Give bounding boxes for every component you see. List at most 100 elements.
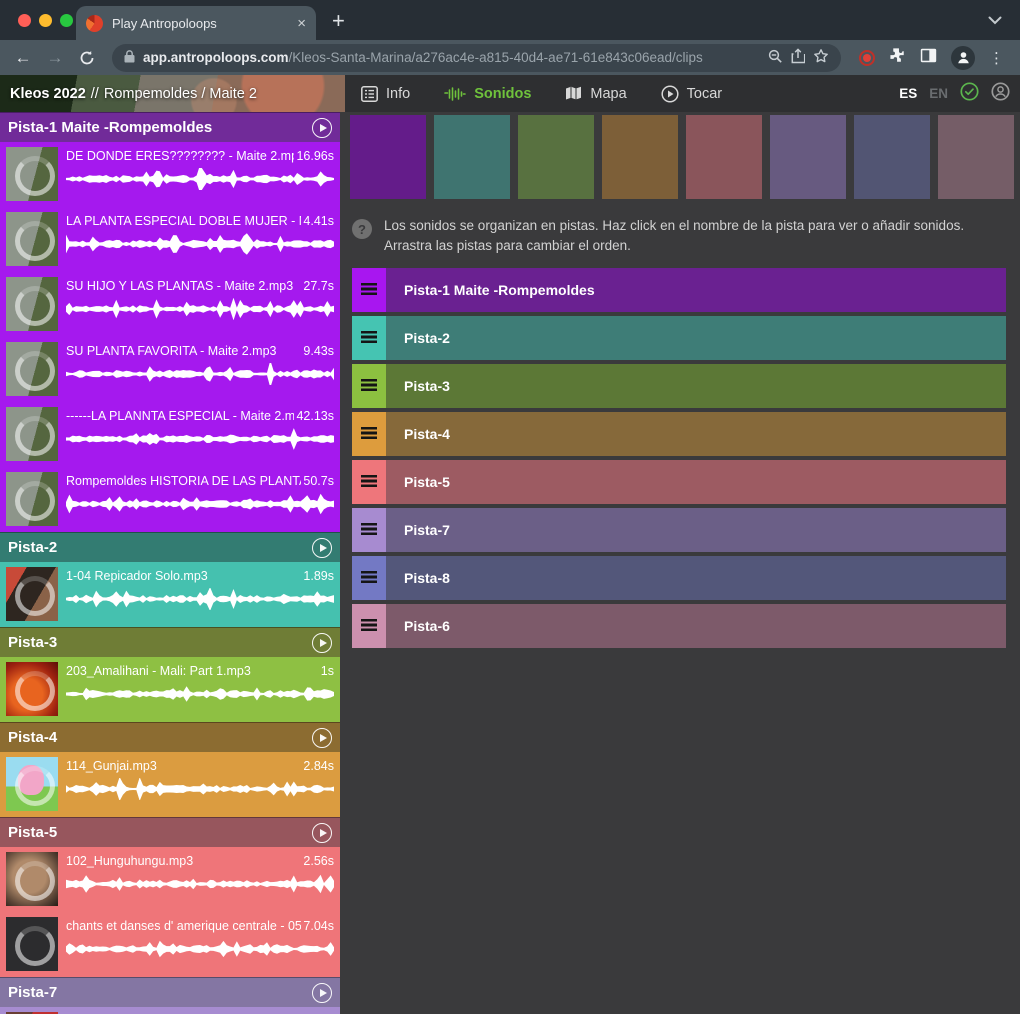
lock-icon[interactable] xyxy=(124,50,135,66)
window-controls[interactable] xyxy=(18,14,73,27)
clip-thumbnail[interactable] xyxy=(6,212,58,266)
audio-clip[interactable]: ------LA PLANNTA ESPECIAL - Maite 2.mp3 … xyxy=(0,402,340,467)
track-drag-handle[interactable] xyxy=(352,316,386,360)
clip-thumbnail[interactable] xyxy=(6,407,58,461)
track-drag-handle[interactable] xyxy=(352,412,386,456)
clip-waveform[interactable] xyxy=(66,778,334,800)
clip-waveform[interactable] xyxy=(66,588,334,610)
track-drag-handle[interactable] xyxy=(352,604,386,648)
forward-button[interactable]: → xyxy=(42,45,68,71)
clip-thumbnail[interactable] xyxy=(6,662,58,716)
sync-check-icon[interactable] xyxy=(960,82,979,106)
lang-es[interactable]: ES xyxy=(899,86,917,101)
nav-mapa[interactable]: Mapa xyxy=(565,86,626,102)
audio-clip[interactable]: Las castañuelas 3.13s xyxy=(0,1007,340,1014)
reload-button[interactable] xyxy=(74,45,100,71)
audio-clip[interactable]: SU HIJO Y LAS PLANTAS - Maite 2.mp3 27.7… xyxy=(0,272,340,337)
record-extension-icon[interactable] xyxy=(859,50,875,66)
track-play-icon[interactable] xyxy=(312,728,332,748)
clip-thumbnail[interactable] xyxy=(6,472,58,526)
clip-waveform[interactable] xyxy=(66,298,334,320)
track-row[interactable]: Pista-2 xyxy=(352,316,1006,360)
bookmark-star-icon[interactable] xyxy=(813,48,829,67)
zoom-window-button[interactable] xyxy=(60,14,73,27)
track-row[interactable]: Pista-4 xyxy=(352,412,1006,456)
minimize-window-button[interactable] xyxy=(39,14,52,27)
back-button[interactable]: ← xyxy=(10,45,36,71)
audio-clip[interactable]: DE DONDE ERES???????? - Maite 2.mp3 16.9… xyxy=(0,142,340,207)
audio-clip[interactable]: 102_Hunguhungu.mp3 2.56s xyxy=(0,847,340,912)
clip-thumbnail[interactable] xyxy=(6,342,58,396)
clip-waveform[interactable] xyxy=(66,363,334,385)
audio-clip[interactable]: chants et danses d' amerique centrale - … xyxy=(0,912,340,977)
clip-duration: 2.56s xyxy=(303,854,334,868)
clip-thumbnail[interactable] xyxy=(6,917,58,971)
track-drag-handle[interactable] xyxy=(352,556,386,600)
sidebar-track-header[interactable]: Pista-2 xyxy=(0,532,340,562)
track-row[interactable]: Pista-7 xyxy=(352,508,1006,552)
clip-thumbnail[interactable] xyxy=(6,147,58,201)
tab-search-chevron-icon[interactable] xyxy=(988,12,1002,28)
sidebar-track-header[interactable]: Pista-3 xyxy=(0,627,340,657)
browser-menu-kebab-icon[interactable]: ⋮ xyxy=(989,49,1004,67)
clip-thumbnail[interactable] xyxy=(6,277,58,331)
nav-info[interactable]: Info xyxy=(361,86,410,102)
address-bar[interactable]: app.antropoloops.com/Kleos-Santa-Marina/… xyxy=(112,44,841,72)
account-icon[interactable] xyxy=(991,82,1010,106)
nav-tocar[interactable]: Tocar xyxy=(661,85,722,103)
new-tab-button[interactable]: + xyxy=(332,8,345,34)
sidebar-track-name: Pista-5 xyxy=(8,824,57,841)
track-row[interactable]: Pista-6 xyxy=(352,604,1006,648)
clip-name: chants et danses d' amerique centrale - … xyxy=(66,919,301,933)
side-panel-icon[interactable] xyxy=(920,48,937,68)
url-text[interactable]: app.antropoloops.com/Kleos-Santa-Marina/… xyxy=(143,50,760,65)
audio-clip[interactable]: 1-04 Repicador Solo.mp3 1.89s xyxy=(0,562,340,627)
track-drag-handle[interactable] xyxy=(352,268,386,312)
audio-clip[interactable]: Rompemoldes HISTORIA DE LAS PLANTAS... 5… xyxy=(0,467,340,532)
profile-avatar-icon[interactable] xyxy=(951,46,975,70)
track-row[interactable]: Pista-8 xyxy=(352,556,1006,600)
track-row[interactable]: Pista-1 Maite -Rompemoldes xyxy=(352,268,1006,312)
track-drag-handle[interactable] xyxy=(352,364,386,408)
clip-duration: 4.41s xyxy=(303,214,334,228)
tab-close-icon[interactable]: × xyxy=(297,15,306,32)
share-icon[interactable] xyxy=(791,48,805,67)
clip-thumbnail[interactable] xyxy=(6,567,58,621)
clip-waveform[interactable] xyxy=(66,168,334,190)
audio-clip[interactable]: 114_Gunjai.mp3 2.84s xyxy=(0,752,340,817)
sidebar-track-header[interactable]: Pista-1 Maite -Rompemoldes xyxy=(0,112,340,142)
clip-waveform[interactable] xyxy=(66,873,334,895)
clip-waveform[interactable] xyxy=(66,493,334,515)
audio-clip[interactable]: SU PLANTA FAVORITA - Maite 2.mp3 9.43s xyxy=(0,337,340,402)
drag-handle-icon xyxy=(361,331,377,345)
sidebar-track-header[interactable]: Pista-5 xyxy=(0,817,340,847)
track-row[interactable]: Pista-5 xyxy=(352,460,1006,504)
track-play-icon[interactable] xyxy=(312,823,332,843)
extensions-puzzle-icon[interactable] xyxy=(889,47,906,69)
track-row[interactable]: Pista-3 xyxy=(352,364,1006,408)
clip-duration: 1.89s xyxy=(303,569,334,583)
clip-thumbnail[interactable] xyxy=(6,852,58,906)
clip-waveform[interactable] xyxy=(66,233,334,255)
close-window-button[interactable] xyxy=(18,14,31,27)
lang-en[interactable]: EN xyxy=(929,86,948,101)
track-play-icon[interactable] xyxy=(312,538,332,558)
track-drag-handle[interactable] xyxy=(352,460,386,504)
clip-waveform[interactable] xyxy=(66,683,334,705)
sidebar-track-header[interactable]: Pista-7 xyxy=(0,977,340,1007)
clip-waveform[interactable] xyxy=(66,938,334,960)
track-play-icon[interactable] xyxy=(312,633,332,653)
track-drag-handle[interactable] xyxy=(352,508,386,552)
clip-waveform[interactable] xyxy=(66,428,334,450)
clip-thumbnail[interactable] xyxy=(6,757,58,811)
audio-clip[interactable]: 203_Amalihani - Mali: Part 1.mp3 1s xyxy=(0,657,340,722)
browser-tab[interactable]: Play Antropoloops × xyxy=(76,6,316,40)
nav-sonidos[interactable]: Sonidos xyxy=(444,86,531,102)
audio-clip[interactable]: LA PLANTA ESPECIAL DOBLE MUJER - Mai... … xyxy=(0,207,340,272)
track-play-icon[interactable] xyxy=(312,118,332,138)
track-play-icon[interactable] xyxy=(312,983,332,1003)
clip-name: Rompemoldes HISTORIA DE LAS PLANTAS... xyxy=(66,474,301,488)
zoom-out-icon[interactable] xyxy=(768,49,783,67)
sidebar-track-header[interactable]: Pista-4 xyxy=(0,722,340,752)
project-banner[interactable]: Kleos 2022//Rompemoldes / Maite 2 xyxy=(0,75,345,112)
